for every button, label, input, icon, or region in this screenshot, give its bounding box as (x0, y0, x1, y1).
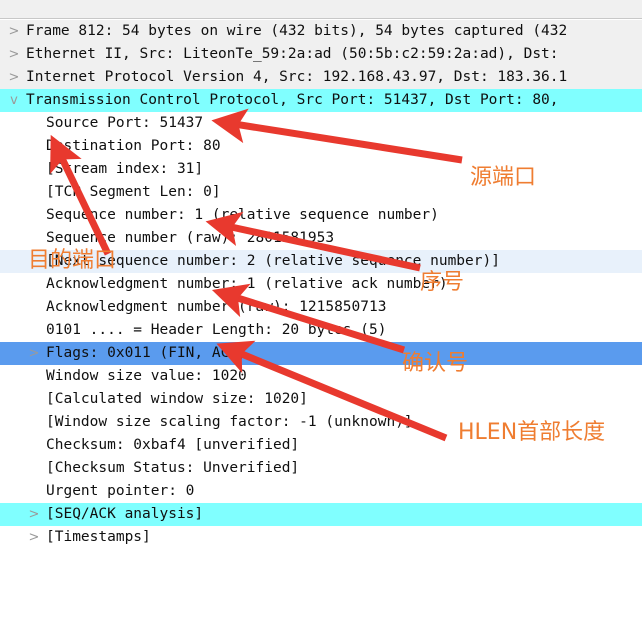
no-twisty-spacer (26, 480, 42, 503)
tree-row-label: [Next sequence number: 2 (relative seque… (46, 253, 500, 269)
tree-row-label: Internet Protocol Version 4, Src: 192.16… (26, 69, 568, 85)
chevron-right-icon[interactable]: > (26, 503, 42, 526)
tree-row-label: Urgent pointer: 0 (46, 483, 195, 499)
no-twisty-spacer (26, 158, 42, 181)
tree-row[interactable]: [Next sequence number: 2 (relative seque… (0, 250, 642, 273)
no-twisty-spacer (26, 112, 42, 135)
packet-details-pane: > Frame 812: 54 bytes on wire (432 bits),… (0, 0, 642, 631)
tree-row-label: [Checksum Status: Unverified] (46, 460, 300, 476)
tree-row[interactable]: > Flags: 0x011 (FIN, ACK) (0, 342, 642, 365)
tree-row-label: Transmission Control Protocol, Src Port:… (26, 92, 559, 108)
protocol-tree[interactable]: > Frame 812: 54 bytes on wire (432 bits),… (0, 20, 642, 631)
tree-row-label: Acknowledgment number: 1 (relative ack n… (46, 276, 448, 292)
tree-row-label: [Stream index: 31] (46, 161, 204, 177)
tree-row-label: Source Port: 51437 (46, 115, 204, 131)
tree-row[interactable]: [TCP Segment Len: 0] (0, 181, 642, 204)
tree-row-label: [Calculated window size: 1020] (46, 391, 308, 407)
tree-row-label: [Timestamps] (46, 529, 151, 545)
chevron-right-icon[interactable]: > (6, 43, 22, 66)
no-twisty-spacer (26, 296, 42, 319)
tree-row-label: Checksum: 0xbaf4 [unverified] (46, 437, 300, 453)
no-twisty-spacer (26, 135, 42, 158)
tree-row[interactable]: v Transmission Control Protocol, Src Port… (0, 89, 642, 112)
no-twisty-spacer (26, 227, 42, 250)
no-twisty-spacer (26, 181, 42, 204)
tree-row-label: [Window size scaling factor: -1 (unknown… (46, 414, 413, 430)
tree-row[interactable]: > [SEQ/ACK analysis] (0, 503, 642, 526)
pane-top-divider (0, 0, 642, 19)
chevron-right-icon[interactable]: > (26, 342, 42, 365)
tree-row[interactable]: > Frame 812: 54 bytes on wire (432 bits),… (0, 20, 642, 43)
tree-row[interactable]: [Checksum Status: Unverified] (0, 457, 642, 480)
tree-row[interactable]: 0101 .... = Header Length: 20 bytes (5) (0, 319, 642, 342)
tree-row[interactable]: Sequence number (raw): 2801581953 (0, 227, 642, 250)
no-twisty-spacer (26, 319, 42, 342)
tree-row[interactable]: Acknowledgment number (raw): 1215850713 (0, 296, 642, 319)
no-twisty-spacer (26, 411, 42, 434)
tree-row-label: 0101 .... = Header Length: 20 bytes (5) (46, 322, 387, 338)
no-twisty-spacer (26, 204, 42, 227)
tree-row[interactable]: [Calculated window size: 1020] (0, 388, 642, 411)
no-twisty-spacer (26, 457, 42, 480)
tree-row-label: Window size value: 1020 (46, 368, 247, 384)
no-twisty-spacer (26, 273, 42, 296)
tree-row[interactable]: Acknowledgment number: 1 (relative ack n… (0, 273, 642, 296)
no-twisty-spacer (26, 365, 42, 388)
chevron-right-icon[interactable]: > (6, 66, 22, 89)
tree-row[interactable]: > [Timestamps] (0, 526, 642, 549)
no-twisty-spacer (26, 434, 42, 457)
tree-row[interactable]: > Internet Protocol Version 4, Src: 192.1… (0, 66, 642, 89)
tree-row-label: Sequence number: 1 (relative sequence nu… (46, 207, 439, 223)
tree-row[interactable]: Checksum: 0xbaf4 [unverified] (0, 434, 642, 457)
tree-row[interactable]: Source Port: 51437 (0, 112, 642, 135)
chevron-right-icon[interactable]: > (26, 526, 42, 549)
chevron-right-icon[interactable]: > (6, 20, 22, 43)
tree-row-label: Destination Port: 80 (46, 138, 221, 154)
chevron-down-icon[interactable]: v (6, 89, 22, 112)
tree-row-label: Ethernet II, Src: LiteonTe_59:2a:ad (50:… (26, 46, 559, 62)
tree-row-label: Frame 812: 54 bytes on wire (432 bits), … (26, 23, 568, 39)
tree-row[interactable]: Sequence number: 1 (relative sequence nu… (0, 204, 642, 227)
tree-row[interactable]: Destination Port: 80 (0, 135, 642, 158)
tree-row[interactable]: [Window size scaling factor: -1 (unknown… (0, 411, 642, 434)
tree-row[interactable]: Urgent pointer: 0 (0, 480, 642, 503)
tree-row-label: Sequence number (raw): 2801581953 (46, 230, 335, 246)
tree-row[interactable]: > Ethernet II, Src: LiteonTe_59:2a:ad (50… (0, 43, 642, 66)
tree-row[interactable]: [Stream index: 31] (0, 158, 642, 181)
tree-row-label: Acknowledgment number (raw): 1215850713 (46, 299, 387, 315)
no-twisty-spacer (26, 250, 42, 273)
tree-row-label: [TCP Segment Len: 0] (46, 184, 221, 200)
tree-row-label: Flags: 0x011 (FIN, ACK) (46, 345, 247, 361)
tree-row[interactable]: Window size value: 1020 (0, 365, 642, 388)
no-twisty-spacer (26, 388, 42, 411)
tree-row-label: [SEQ/ACK analysis] (46, 506, 204, 522)
